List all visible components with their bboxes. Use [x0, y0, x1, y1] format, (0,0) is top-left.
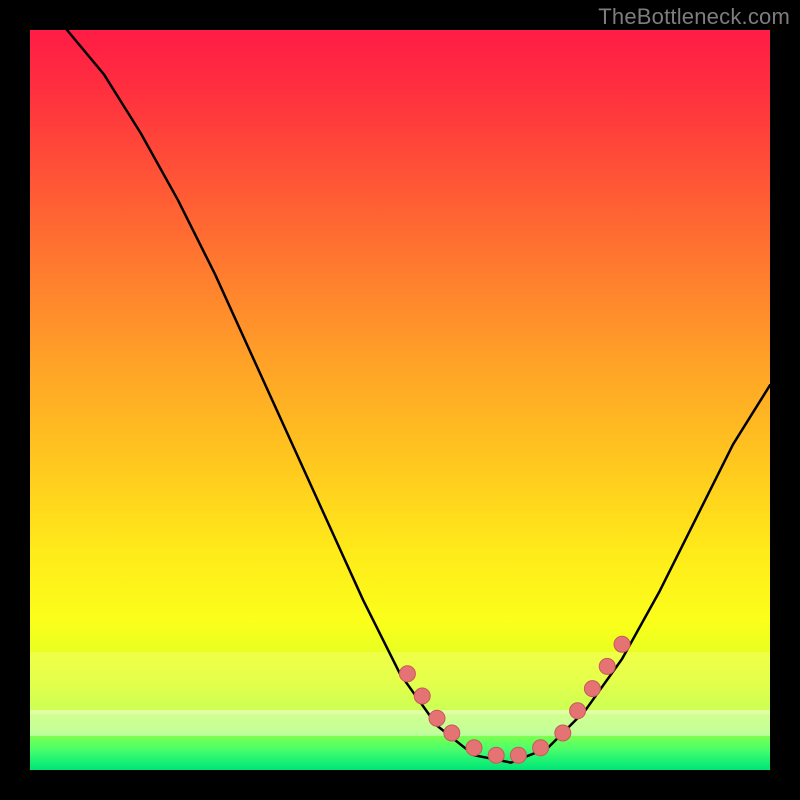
curve-marker	[444, 725, 460, 741]
curve-marker	[488, 747, 504, 763]
curve-marker	[555, 725, 571, 741]
bottleneck-curve	[67, 30, 770, 763]
curve-marker	[510, 747, 526, 763]
curve-marker	[414, 688, 430, 704]
curve-marker	[570, 703, 586, 719]
curve-marker	[584, 681, 600, 697]
curve-marker	[429, 710, 445, 726]
curve-markers	[399, 636, 630, 763]
watermark-text: TheBottleneck.com	[598, 4, 790, 30]
curve-layer	[30, 30, 770, 770]
curve-marker	[614, 636, 630, 652]
curve-marker	[466, 740, 482, 756]
plot-area	[30, 30, 770, 770]
curve-marker	[399, 666, 415, 682]
curve-marker	[599, 658, 615, 674]
curve-marker	[533, 740, 549, 756]
chart-stage: TheBottleneck.com	[0, 0, 800, 800]
